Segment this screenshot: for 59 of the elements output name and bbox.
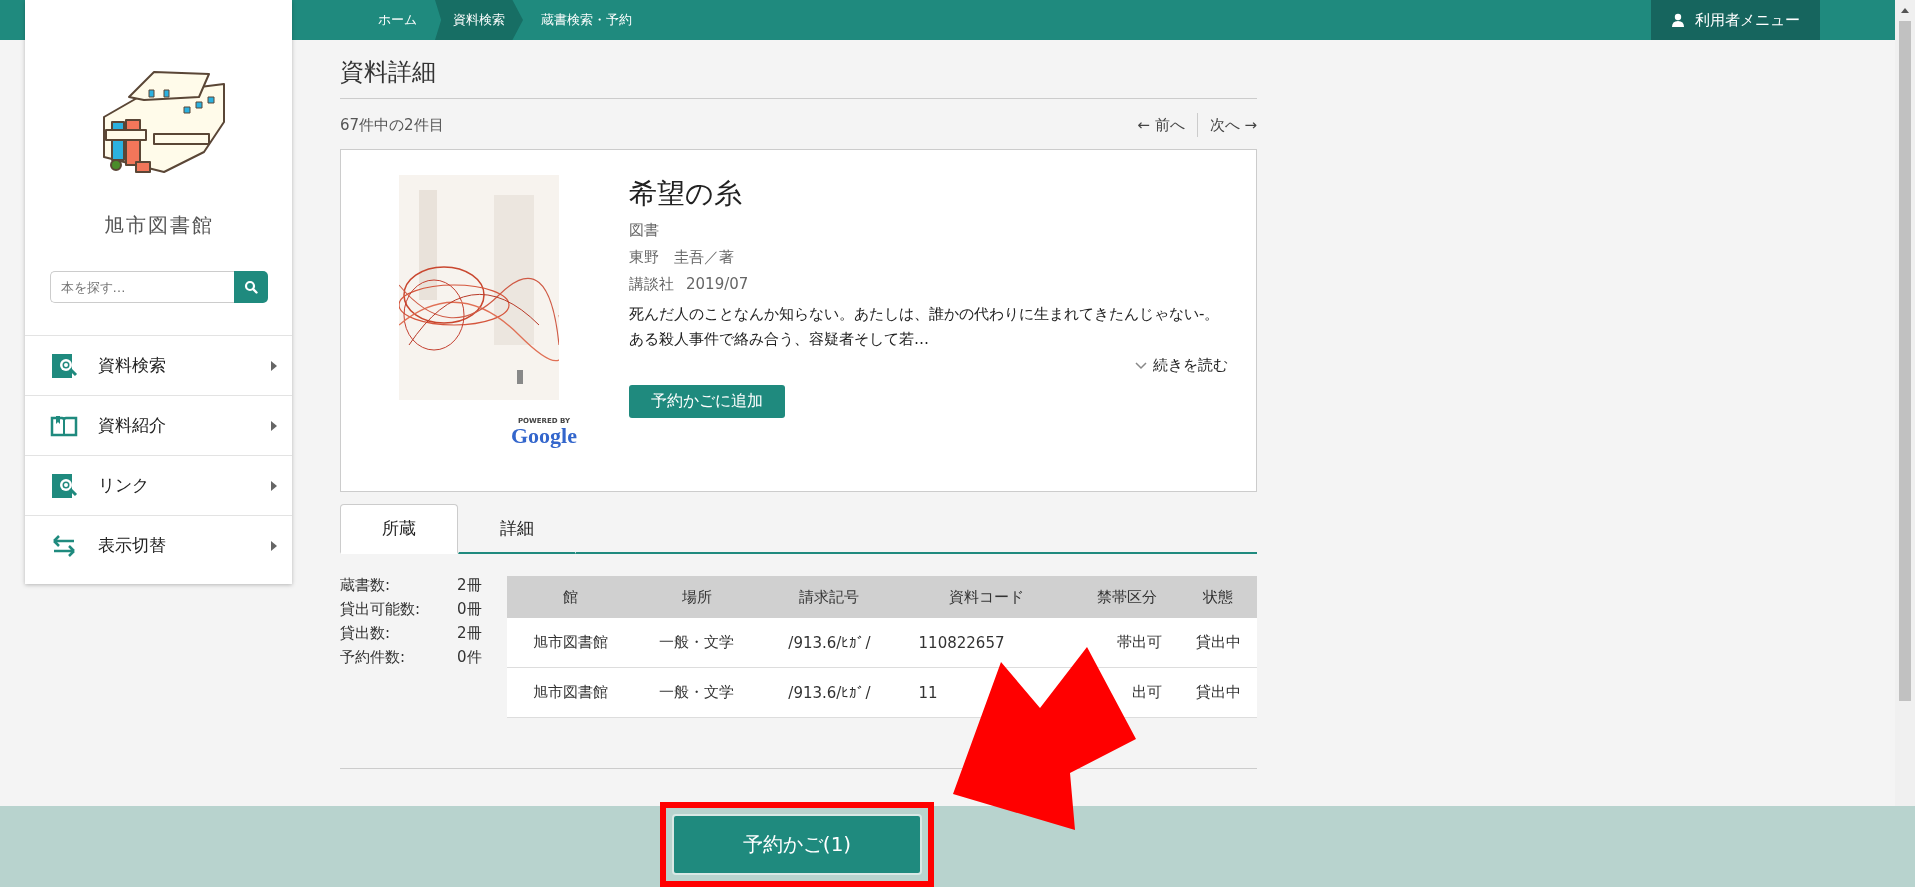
tab[interactable]: 所蔵 (340, 504, 458, 554)
breadcrumb-link[interactable]: 蔵書検索・予約 (523, 0, 650, 40)
publish-date: 2019/07 (686, 275, 749, 294)
read-more-link[interactable]: 続きを読む (1135, 356, 1228, 375)
stat-value: 0冊 (457, 600, 482, 620)
table-cell: 貸出中 (1179, 667, 1257, 718)
material-type: 図書 (629, 221, 660, 240)
search-icon (243, 280, 258, 294)
table-cell: 貸出中 (1179, 618, 1257, 668)
stat-value: 2冊 (457, 576, 482, 596)
scroll-up-icon (1901, 8, 1909, 13)
table-cell: 一般・文学 (633, 667, 761, 718)
stat-label: 蔵書数: (340, 576, 392, 596)
chevron-down-icon (1135, 361, 1147, 370)
search-book-icon (50, 351, 78, 380)
caret-icon (271, 540, 277, 551)
search-field[interactable]: 本を探す… (49, 271, 234, 303)
column-header: 請求記号 (760, 576, 899, 618)
column-header: 館 (507, 576, 634, 618)
publisher: 講談社 (629, 275, 674, 294)
author: 東野 圭吾／著 (629, 248, 735, 267)
add-to-basket-button[interactable]: 予約かごに追加 (629, 385, 785, 418)
library-name: 旭市図書館 (103, 212, 214, 239)
caret-icon (271, 360, 277, 371)
column-header: 禁帯区分 (1074, 576, 1180, 618)
sidebar-item[interactable]: 表示切替 (25, 515, 292, 575)
breadcrumb-link[interactable]: ホーム (360, 0, 435, 40)
stat-label: 貸出可能数: (340, 600, 422, 620)
column-header: 資料コード (898, 576, 1075, 618)
next-link[interactable]: 次へ → (1209, 115, 1257, 135)
table-cell: 一般・文学 (633, 618, 761, 668)
summary-text: 死んだ人のことなんか知らない。あたしは、誰かの代わりに生まれてきたんじゃない-。ある殺人事件で絡み合う、容疑者そして若… (629, 304, 1221, 350)
book-title: 希望の糸 (629, 176, 743, 212)
stat-value: 2冊 (457, 624, 482, 644)
user-icon (1671, 13, 1685, 27)
sidebar-item[interactable]: 資料紹介 (25, 395, 292, 455)
search-book-icon (50, 471, 78, 500)
table-cell: 旭市図書館 (507, 618, 634, 668)
sidebar-item[interactable]: 資料検索 (25, 335, 292, 395)
tab[interactable]: 詳細 (458, 504, 576, 554)
column-header: 場所 (633, 576, 761, 618)
stat-label: 予約件数: (340, 648, 407, 668)
table-cell: /913.6/ﾋｶﾞ/ (760, 667, 899, 718)
stat-value: 0件 (457, 648, 482, 668)
search-button[interactable] (233, 271, 268, 303)
basket-button[interactable]: 予約かご(1) (672, 814, 922, 875)
caret-icon (271, 420, 277, 431)
stat-label: 貸出数: (340, 624, 392, 644)
table-cell: /913.6/ﾋｶﾞ/ (760, 618, 899, 668)
sidebar-item[interactable]: リンク (25, 455, 292, 515)
page-title: 資料詳細 (340, 56, 1257, 99)
column-header: 状態 (1179, 576, 1257, 618)
breadcrumb-link[interactable]: 資料検索 (435, 0, 523, 40)
table-cell: 旭市図書館 (507, 667, 634, 718)
result-position: 67件中の2件目 (340, 115, 444, 135)
previous-link[interactable]: ← 前へ (1137, 115, 1185, 135)
caret-icon (271, 480, 277, 491)
user-menu-button[interactable]: 利用者メニュー (1651, 0, 1820, 40)
scrollbar[interactable] (1895, 0, 1915, 806)
